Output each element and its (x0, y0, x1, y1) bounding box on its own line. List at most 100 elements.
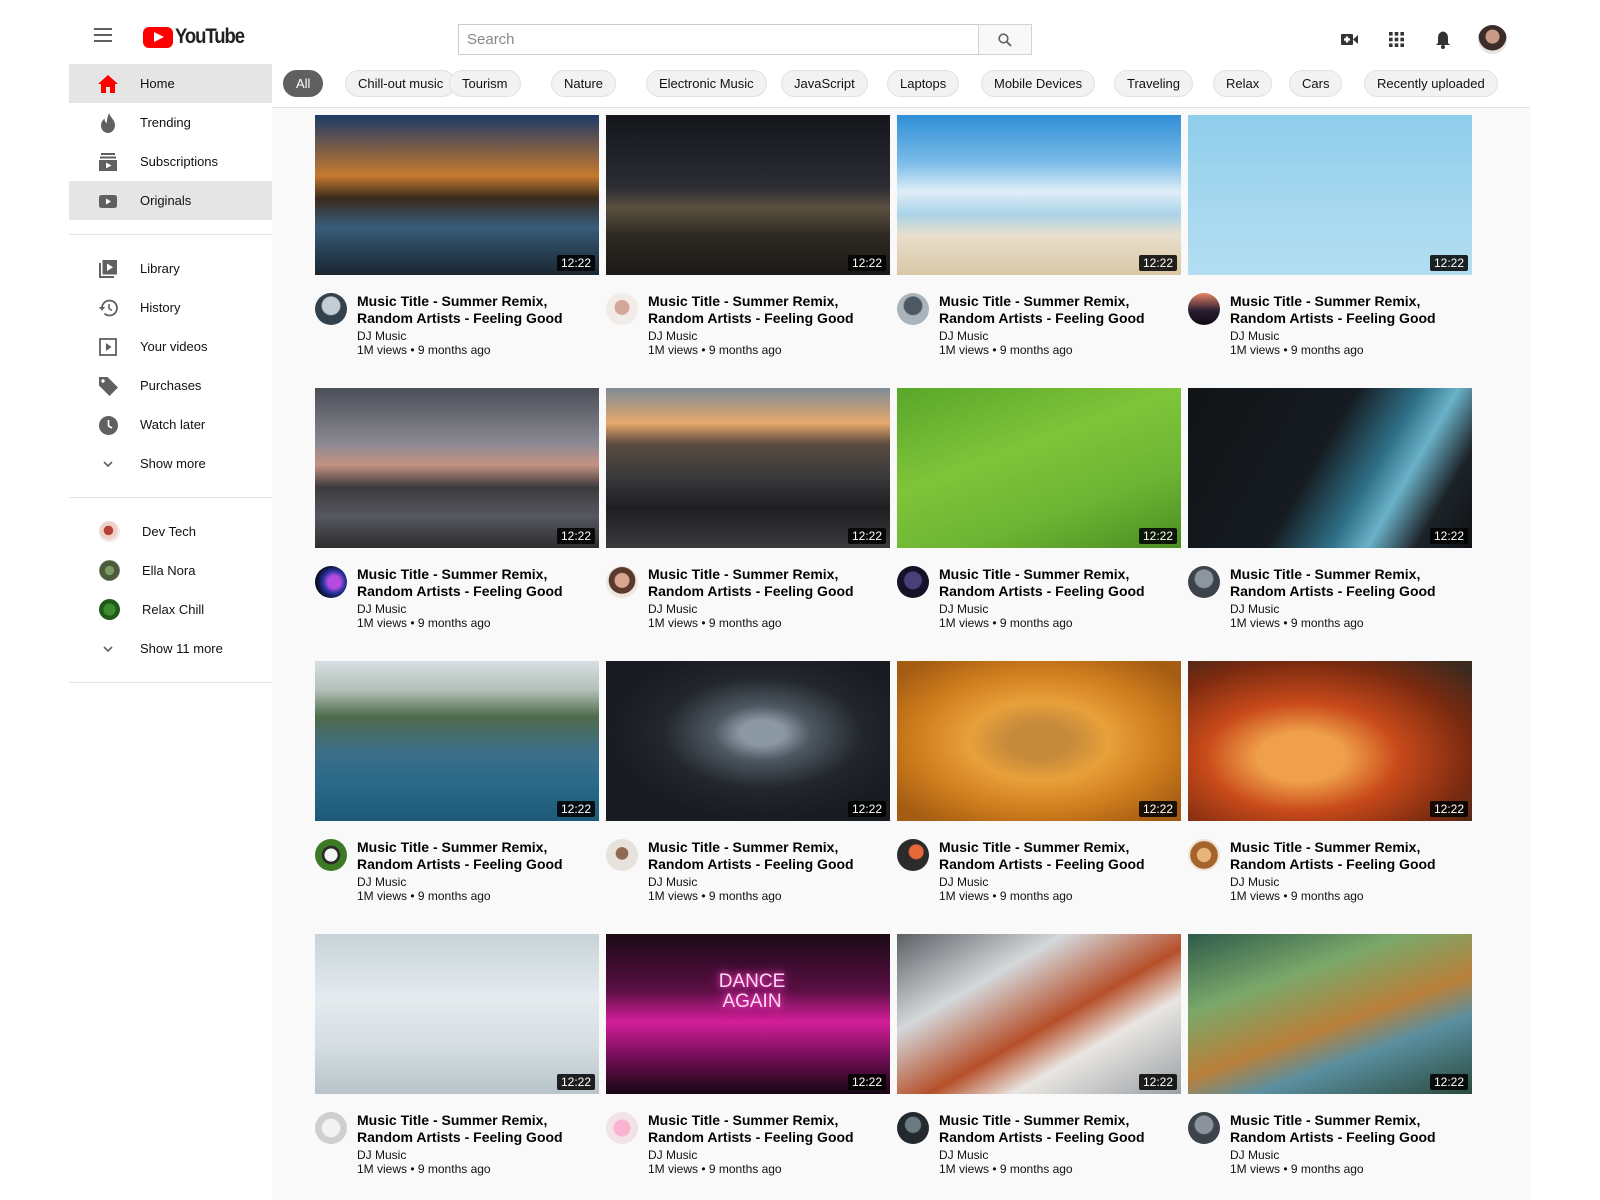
video-card[interactable]: 12:22 Music Title - Summer Remix, Random… (315, 115, 599, 357)
video-channel[interactable]: DJ Music (648, 329, 697, 343)
video-channel[interactable]: DJ Music (357, 329, 406, 343)
channel-avatar[interactable] (606, 566, 638, 598)
channel-avatar[interactable] (897, 293, 929, 325)
video-title[interactable]: Music Title - Summer Remix, Random Artis… (1230, 293, 1470, 327)
video-channel[interactable]: DJ Music (648, 875, 697, 889)
sidebar-item-watch-later[interactable]: Watch later (69, 405, 272, 444)
video-card[interactable]: 12:22 Music Title - Summer Remix, Random… (897, 934, 1181, 1176)
video-card[interactable]: 12:22 Music Title - Summer Remix, Random… (1188, 934, 1472, 1176)
sidebar-item-library[interactable]: Library (69, 249, 272, 288)
channel-avatar[interactable] (315, 566, 347, 598)
video-thumbnail[interactable]: 12:22 (315, 661, 599, 821)
video-card[interactable]: DANCE AGAIN 12:22 Music Title - Summer R… (606, 934, 890, 1176)
video-thumbnail[interactable]: 12:22 (606, 115, 890, 275)
video-thumbnail[interactable]: 12:22 (1188, 115, 1472, 275)
chip-chill-out-music[interactable]: Chill-out music (345, 70, 457, 97)
video-channel[interactable]: DJ Music (648, 1148, 697, 1162)
channel-avatar[interactable] (897, 839, 929, 871)
sidebar-item-show-more-subscriptions[interactable]: Show 11 more (69, 629, 272, 668)
create-video-icon[interactable] (1341, 33, 1358, 46)
video-thumbnail[interactable]: 12:22 (1188, 388, 1472, 548)
video-title[interactable]: Music Title - Summer Remix, Random Artis… (357, 293, 597, 327)
video-thumbnail[interactable]: 12:22 (1188, 661, 1472, 821)
video-title[interactable]: Music Title - Summer Remix, Random Artis… (357, 839, 597, 873)
video-thumbnail[interactable]: 12:22 (315, 388, 599, 548)
video-channel[interactable]: DJ Music (939, 602, 988, 616)
video-title[interactable]: Music Title - Summer Remix, Random Artis… (1230, 566, 1470, 600)
video-thumbnail[interactable]: 12:22 (315, 934, 599, 1094)
channel-avatar[interactable] (1188, 1112, 1220, 1144)
sidebar-item-purchases[interactable]: Purchases (69, 366, 272, 405)
video-card[interactable]: 12:22 Music Title - Summer Remix, Random… (606, 388, 890, 630)
search-button[interactable] (978, 24, 1032, 55)
youtube-logo[interactable]: YouTube (143, 25, 253, 48)
video-channel[interactable]: DJ Music (1230, 1148, 1279, 1162)
video-card[interactable]: 12:22 Music Title - Summer Remix, Random… (315, 661, 599, 903)
video-card[interactable]: 12:22 Music Title - Summer Remix, Random… (606, 115, 890, 357)
notifications-bell-icon[interactable] (1435, 31, 1451, 49)
video-thumbnail[interactable]: 12:22 (897, 661, 1181, 821)
video-title[interactable]: Music Title - Summer Remix, Random Artis… (939, 839, 1179, 873)
video-title[interactable]: Music Title - Summer Remix, Random Artis… (1230, 1112, 1470, 1146)
video-thumbnail[interactable]: 12:22 (1188, 934, 1472, 1094)
video-card[interactable]: 12:22 Music Title - Summer Remix, Random… (1188, 661, 1472, 903)
video-title[interactable]: Music Title - Summer Remix, Random Artis… (648, 1112, 888, 1146)
video-channel[interactable]: DJ Music (1230, 602, 1279, 616)
chip-electronic-music[interactable]: Electronic Music (646, 70, 767, 97)
channel-avatar[interactable] (897, 1112, 929, 1144)
video-title[interactable]: Music Title - Summer Remix, Random Artis… (648, 293, 888, 327)
video-channel[interactable]: DJ Music (357, 875, 406, 889)
channel-avatar[interactable] (606, 1112, 638, 1144)
video-title[interactable]: Music Title - Summer Remix, Random Artis… (648, 839, 888, 873)
sidebar-item-home[interactable]: Home (69, 64, 272, 103)
chip-recently-uploaded[interactable]: Recently uploaded (1364, 70, 1498, 97)
chip-all[interactable]: All (283, 70, 324, 97)
video-card[interactable]: 12:22 Music Title - Summer Remix, Random… (897, 388, 1181, 630)
channel-avatar[interactable] (315, 293, 347, 325)
video-thumbnail[interactable]: DANCE AGAIN 12:22 (606, 934, 890, 1094)
video-thumbnail[interactable]: 12:22 (897, 388, 1181, 548)
channel-avatar[interactable] (897, 566, 929, 598)
video-title[interactable]: Music Title - Summer Remix, Random Artis… (357, 1112, 597, 1146)
chip-laptops[interactable]: Laptops (887, 70, 960, 97)
video-card[interactable]: 12:22 Music Title - Summer Remix, Random… (1188, 115, 1472, 357)
chip-nature[interactable]: Nature (551, 70, 617, 97)
chip-javascript[interactable]: JavaScript (781, 70, 868, 97)
video-title[interactable]: Music Title - Summer Remix, Random Artis… (939, 1112, 1179, 1146)
channel-avatar[interactable] (315, 839, 347, 871)
sidebar-item-trending[interactable]: Trending (69, 103, 272, 142)
sidebar-subscription-ella-nora[interactable]: Ella Nora (69, 551, 272, 590)
channel-avatar[interactable] (1188, 566, 1220, 598)
video-card[interactable]: 12:22 Music Title - Summer Remix, Random… (315, 388, 599, 630)
apps-grid-icon[interactable] (1389, 32, 1404, 47)
video-card[interactable]: 12:22 Music Title - Summer Remix, Random… (315, 934, 599, 1176)
sidebar-item-your-videos[interactable]: Your videos (69, 327, 272, 366)
video-channel[interactable]: DJ Music (939, 1148, 988, 1162)
sidebar-item-show-more[interactable]: Show more (69, 444, 272, 483)
video-channel[interactable]: DJ Music (939, 875, 988, 889)
sidebar-item-history[interactable]: History (69, 288, 272, 327)
chip-mobile-devices[interactable]: Mobile Devices (981, 70, 1096, 97)
sidebar-subscription-relax-chill[interactable]: Relax Chill (69, 590, 272, 629)
chip-traveling[interactable]: Traveling (1114, 70, 1193, 97)
video-card[interactable]: 12:22 Music Title - Summer Remix, Random… (1188, 388, 1472, 630)
video-channel[interactable]: DJ Music (1230, 875, 1279, 889)
video-card[interactable]: 12:22 Music Title - Summer Remix, Random… (606, 661, 890, 903)
search-input[interactable] (458, 24, 978, 55)
video-thumbnail[interactable]: 12:22 (897, 115, 1181, 275)
video-title[interactable]: Music Title - Summer Remix, Random Artis… (939, 566, 1179, 600)
channel-avatar[interactable] (606, 293, 638, 325)
sidebar-item-subscriptions[interactable]: Subscriptions (69, 142, 272, 181)
video-channel[interactable]: DJ Music (939, 329, 988, 343)
video-card[interactable]: 12:22 Music Title - Summer Remix, Random… (897, 115, 1181, 357)
video-title[interactable]: Music Title - Summer Remix, Random Artis… (939, 293, 1179, 327)
video-channel[interactable]: DJ Music (357, 602, 406, 616)
video-title[interactable]: Music Title - Summer Remix, Random Artis… (357, 566, 597, 600)
channel-avatar[interactable] (606, 839, 638, 871)
video-channel[interactable]: DJ Music (1230, 329, 1279, 343)
video-thumbnail[interactable]: 12:22 (606, 661, 890, 821)
account-avatar[interactable] (1478, 25, 1507, 54)
video-thumbnail[interactable]: 12:22 (315, 115, 599, 275)
video-channel[interactable]: DJ Music (648, 602, 697, 616)
video-thumbnail[interactable]: 12:22 (606, 388, 890, 548)
